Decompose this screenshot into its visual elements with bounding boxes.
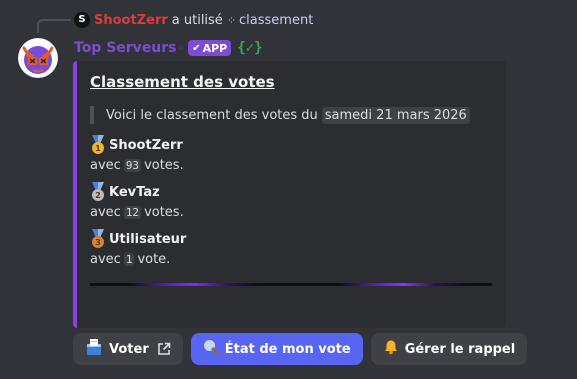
bot-name[interactable]: Top Serveurs: [74, 40, 177, 56]
reply-username[interactable]: ShootZerr: [94, 13, 168, 28]
intro-text: Voici le classement des votes du: [106, 107, 318, 123]
verified-check-icon: ✔: [192, 42, 201, 54]
entry-vote-count: 93: [123, 158, 142, 172]
vote-status-button[interactable]: État de mon vote: [190, 333, 363, 365]
entry-prefix: avec: [90, 157, 121, 173]
magnifier-icon: [203, 339, 219, 359]
app-badge-label: APP: [202, 41, 228, 55]
ranking-entry: 1 ShootZerr avec 93 votes.: [90, 135, 184, 174]
reply-context[interactable]: S ShootZerr a utilisé ⁘ classement: [37, 10, 313, 30]
bell-icon: [383, 339, 399, 359]
bronze-medal-icon: 3: [90, 229, 106, 249]
bot-avatar[interactable]: [18, 38, 58, 78]
reply-command[interactable]: ⁘ classement: [227, 13, 314, 28]
manage-reminder-label: Gérer le rappel: [404, 341, 516, 357]
message-header: Top Serveurs ⁘ ✔ APP {✓}: [74, 38, 263, 58]
entry-name: KevTaz: [109, 184, 160, 200]
bot-avatar-icon: [18, 38, 58, 78]
ranking-entry: 3 Utilisateur avec 1 vote.: [90, 229, 186, 268]
entry-vote-count: 12: [123, 205, 142, 219]
embed-intro-quote: Voici le classement des votes du samedi …: [90, 106, 470, 124]
app-badge: ✔ APP: [188, 40, 232, 56]
entry-suffix: votes.: [144, 204, 184, 220]
entry-prefix: avec: [90, 251, 121, 267]
entry-suffix: vote.: [137, 251, 171, 267]
vote-button[interactable]: Voter: [73, 333, 183, 365]
gold-medal-icon: 1: [90, 135, 106, 155]
entry-name: ShootZerr: [109, 137, 183, 153]
reply-action-text: a utilisé: [171, 12, 223, 28]
reply-command-label: classement: [239, 12, 314, 28]
ranking-embed: Classement des votes Voici le classement…: [73, 61, 506, 328]
ballot-box-icon: [85, 338, 103, 360]
embed-separator: [90, 283, 492, 286]
date-chip[interactable]: samedi 21 mars 2026: [321, 106, 470, 124]
ranking-entry: 2 KevTaz avec 12 votes.: [90, 182, 184, 221]
entry-vote-count: 1: [123, 252, 135, 266]
vote-status-label: État de mon vote: [224, 341, 351, 357]
code-mark-icon: {✓}: [237, 40, 263, 56]
manage-reminder-button[interactable]: Gérer le rappel: [370, 333, 528, 365]
server-tag-icon: ⁘: [177, 43, 185, 53]
entry-prefix: avec: [90, 204, 121, 220]
entry-suffix: votes.: [144, 157, 184, 173]
action-row: Voter État de mon vote Gérer le rappel: [73, 333, 528, 365]
slash-command-icon: ⁘: [226, 13, 237, 27]
vote-button-label: Voter: [109, 341, 149, 357]
reply-user-avatar[interactable]: S: [74, 12, 90, 28]
silver-medal-icon: 2: [90, 182, 106, 202]
external-link-icon: [157, 342, 171, 356]
embed-title: Classement des votes: [90, 73, 275, 91]
entry-name: Utilisateur: [109, 231, 187, 247]
